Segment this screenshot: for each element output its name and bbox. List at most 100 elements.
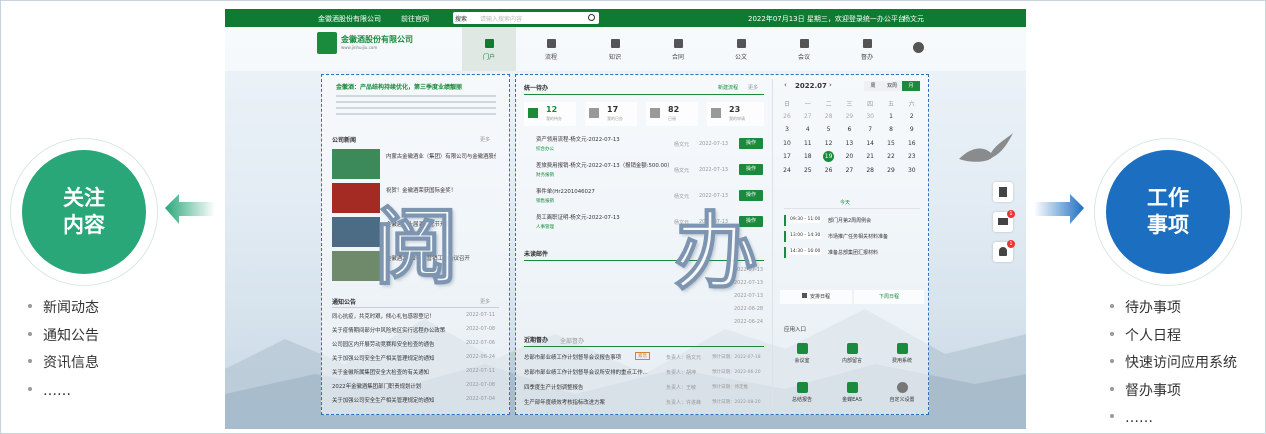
next-schedule-button[interactable]: 下周日程 xyxy=(854,290,924,304)
calendar-day[interactable]: 10 xyxy=(778,140,796,147)
view-week-button[interactable]: 周 xyxy=(864,81,882,91)
banner-title[interactable]: 金徽酒：产品结构持续优化，第三季度业绩靓丽 xyxy=(336,82,462,91)
calendar-day[interactable]: 9 xyxy=(903,126,921,133)
calendar-day[interactable]: 20 xyxy=(840,153,858,160)
calendar-day[interactable]: 29 xyxy=(882,167,900,174)
notice-item[interactable]: 关于加强公司安全生产相关管理规定的通知 xyxy=(332,396,458,404)
app-custom-settings[interactable]: 自定义设置 xyxy=(884,382,920,403)
calendar-day[interactable]: 1 xyxy=(882,113,900,120)
nav-home[interactable]: 门户 xyxy=(462,27,516,71)
todo-stat-card[interactable]: 12 我的待办 xyxy=(524,102,576,126)
view-month-button[interactable]: 月 xyxy=(902,81,920,91)
nav-document[interactable]: 公文 xyxy=(714,27,768,71)
user-name[interactable]: 杨文元 xyxy=(903,14,924,24)
calendar-day[interactable]: 12 xyxy=(820,140,838,147)
calendar-day[interactable]: 5 xyxy=(820,126,838,133)
apply-stat-card[interactable]: 23 我的申请 xyxy=(707,102,764,126)
today-label[interactable]: 今天 xyxy=(840,199,850,206)
calendar-day[interactable]: 8 xyxy=(882,126,900,133)
calendar-day[interactable]: 27 xyxy=(799,113,817,120)
calendar-day[interactable]: 23 xyxy=(903,153,921,160)
calendar-next-icon[interactable]: › xyxy=(829,81,832,89)
nav-meeting[interactable]: 会议 xyxy=(777,27,831,71)
search-box[interactable]: 搜索 请输入搜索内容 xyxy=(453,12,599,24)
app-internal-message[interactable]: 内部留言 xyxy=(834,343,870,364)
supervise-tab-all[interactable]: 全部督办 xyxy=(560,336,584,345)
todo-action-button[interactable]: 操作 xyxy=(739,138,763,149)
calendar-day[interactable]: 17 xyxy=(778,153,796,160)
search-input[interactable]: 请输入搜索内容 xyxy=(480,14,522,23)
add-schedule-button[interactable]: 安排日程 xyxy=(780,290,852,304)
notice-item[interactable]: 同心抗疫，共克时艰，倾心礼包感恩登记！ xyxy=(332,312,458,320)
calendar-day[interactable]: 16 xyxy=(903,140,921,147)
todo-item[interactable]: 员工离职证明-杨文元-2022-07-13 xyxy=(536,213,620,221)
nav-process[interactable]: 流程 xyxy=(524,27,578,71)
read-stat-card[interactable]: 82 已阅 xyxy=(646,102,698,126)
app-expense-system[interactable]: 费用系统 xyxy=(884,343,920,364)
calendar-day[interactable]: 28 xyxy=(820,113,838,120)
supervise-item[interactable]: 四季度生产计划调整报告 xyxy=(524,383,583,391)
news-thumb-2[interactable] xyxy=(332,183,380,213)
calendar-day[interactable]: 7 xyxy=(861,126,879,133)
supervise-item[interactable]: 生产部年度绩效考核指标改进方案 xyxy=(524,398,605,406)
calendar-day[interactable]: 27 xyxy=(840,167,858,174)
calendar-day[interactable]: 13 xyxy=(840,140,858,147)
calendar-day[interactable]: 3 xyxy=(778,126,796,133)
calendar-day[interactable]: 26 xyxy=(778,113,796,120)
clipboard-icon[interactable] xyxy=(993,182,1013,202)
calendar-day[interactable]: 25 xyxy=(799,167,817,174)
calendar-day[interactable]: 18 xyxy=(799,153,817,160)
app-kingdee-eas[interactable]: 金蝶EAS xyxy=(834,382,870,403)
search-scope[interactable]: 搜索 xyxy=(455,14,467,23)
calendar-day[interactable]: 22 xyxy=(882,153,900,160)
todo-item[interactable]: 资产领用流程-杨文元-2022-07-13 xyxy=(536,135,620,143)
nav-supervise[interactable]: 督办 xyxy=(840,27,894,71)
news-thumb-1[interactable] xyxy=(332,149,380,179)
calendar-day[interactable]: 26 xyxy=(820,167,838,174)
notice-item[interactable]: 关于金徽所属集团安全大检查的有关通知 xyxy=(332,368,458,376)
schedule-event[interactable]: 13:00 - 14:30 市场推广任务相关材料准备 xyxy=(784,231,920,242)
todo-more[interactable]: 更多 xyxy=(748,84,758,91)
news-thumb-4[interactable] xyxy=(332,251,380,281)
calendar-day[interactable]: 21 xyxy=(861,153,879,160)
calendar-prev-icon[interactable]: ‹ xyxy=(784,81,787,89)
schedule-event[interactable]: 09:30 - 11:00 部门月第2周周例会 xyxy=(784,215,920,226)
app-summary-report[interactable]: 总结报告 xyxy=(784,382,820,403)
search-icon[interactable] xyxy=(588,14,595,21)
bell-icon[interactable]: 1 xyxy=(993,240,1015,262)
todo-item[interactable]: 差旅费用报销-杨文元-2022-07-13（报销金额:500.00） xyxy=(536,161,673,169)
official-site-link[interactable]: 前往官网 xyxy=(401,14,429,24)
calendar-day[interactable]: 2 xyxy=(903,113,921,120)
schedule-event[interactable]: 14:30 - 16:00 准备总部集团汇报材料 xyxy=(784,247,920,258)
news-thumb-3[interactable] xyxy=(332,217,380,247)
view-biweek-button[interactable]: 双周 xyxy=(882,81,902,91)
new-flow-link[interactable]: 新建流程 xyxy=(718,84,738,91)
notice-item[interactable]: 关于加强公司安全生产相关管理规定的通知 xyxy=(332,354,458,362)
app-meeting-room[interactable]: 会议室 xyxy=(784,343,820,364)
todo-item[interactable]: 事件单(Hr2201046027 xyxy=(536,187,595,195)
notice-item[interactable]: 2022年金徽酒集团部门职责规划计划 xyxy=(332,382,458,390)
company-news-more[interactable]: 更多 xyxy=(480,136,490,143)
calendar-day[interactable]: 15 xyxy=(882,140,900,147)
supervise-item[interactable]: 总部市部业绩工作计划督导会议所安排的重点工作... xyxy=(524,368,664,376)
done-stat-card[interactable]: 17 我的已办 xyxy=(585,102,637,126)
calendar-day[interactable]: 6 xyxy=(840,126,858,133)
notice-item[interactable]: 公司园区内开展劳动竞赛和安全检查的通告 xyxy=(332,340,458,348)
calendar-day[interactable]: 30 xyxy=(903,167,921,174)
mail-icon[interactable]: 1 xyxy=(993,210,1015,232)
calendar-day[interactable]: 19 xyxy=(823,151,835,162)
more-menu-icon[interactable] xyxy=(913,42,924,53)
calendar-day[interactable]: 29 xyxy=(840,113,858,120)
nav-contract[interactable]: 合同 xyxy=(651,27,705,71)
notice-item[interactable]: 关于疫情期间部分中风险地区实行远程办公政策 xyxy=(332,326,458,334)
supervise-title[interactable]: 近期督办 xyxy=(524,335,548,344)
calendar-day[interactable]: 11 xyxy=(799,140,817,147)
news-item[interactable]: 内蒙古金徽酒业（集团）有限公司与金徽酒股份有限公司签约 xyxy=(386,152,496,160)
calendar-day[interactable]: 30 xyxy=(861,113,879,120)
calendar-day[interactable]: 28 xyxy=(861,167,879,174)
notices-more[interactable]: 更多 xyxy=(480,298,490,305)
todo-action-button[interactable]: 操作 xyxy=(739,164,763,175)
calendar-day[interactable]: 24 xyxy=(778,167,796,174)
supervise-item[interactable]: 总部市部业绩工作计划督导会议报告事项 xyxy=(524,353,621,361)
calendar-day[interactable]: 4 xyxy=(799,126,817,133)
